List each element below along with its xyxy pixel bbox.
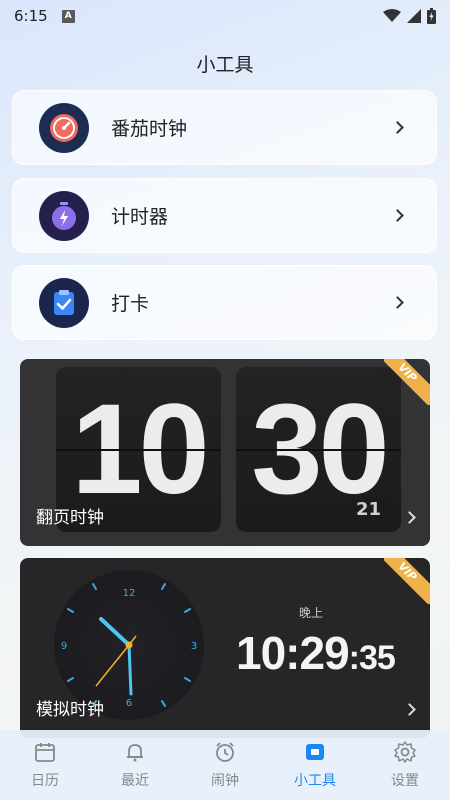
page-title: 小工具	[196, 54, 254, 76]
flip-divider	[236, 449, 401, 451]
nav-label-recent: 最近	[121, 773, 149, 789]
chevron-right-icon	[391, 121, 404, 134]
chevron-right-icon	[403, 511, 416, 524]
dial-12: 12	[123, 588, 136, 599]
dial-9: 9	[61, 641, 67, 652]
tool-timer-card[interactable]: 计时器	[12, 178, 437, 253]
status-icons	[383, 8, 436, 24]
chevron-right-icon	[391, 296, 404, 309]
pomodoro-icon	[39, 102, 89, 153]
bell-icon	[127, 744, 143, 762]
wifi-icon	[383, 9, 401, 22]
chevron-right-icon	[403, 703, 416, 716]
nav-label-calendar: 日历	[31, 773, 59, 789]
nav-item-settings[interactable]: 设置	[360, 730, 450, 800]
digital-minute: 29	[299, 627, 350, 679]
time-period: 晚上	[299, 606, 324, 620]
tool-timer-label: 计时器	[111, 206, 169, 228]
flip-minutes-panel: 30 21	[236, 367, 401, 532]
nav-label-settings: 设置	[391, 773, 419, 789]
gear-icon	[394, 741, 416, 763]
status-time: 6:15	[14, 7, 48, 25]
tool-pomodoro-label: 番茄时钟	[111, 118, 188, 140]
dial-3: 3	[191, 641, 197, 652]
chevron-right-icon	[391, 209, 404, 222]
battery-icon	[427, 8, 436, 24]
status-bar: 6:15 A	[0, 0, 450, 32]
notification-a-icon: A	[61, 9, 75, 23]
flip-seconds: 21	[349, 497, 387, 522]
vip-badge-text: VIP	[384, 359, 430, 405]
flip-clock-widget[interactable]: 10 30 21 VIP 翻页时钟	[20, 359, 430, 546]
nav-item-recent[interactable]: 最近	[90, 730, 180, 800]
digital-hour: 10	[236, 627, 286, 679]
nav-item-alarm[interactable]: 闹钟	[180, 730, 270, 800]
nav-item-calendar[interactable]: 日历	[0, 730, 90, 800]
analog-clock-widget[interactable]: 12 3 6 9 晚上 10:29:35 VIP 模拟时钟	[20, 558, 430, 738]
flip-divider	[56, 449, 221, 451]
vip-badge: VIP	[384, 359, 430, 405]
digital-time: 10:29:35	[236, 627, 396, 679]
dial-6: 6	[126, 698, 132, 709]
nav-label-tools: 小工具	[294, 773, 336, 789]
hour-hand	[99, 617, 131, 647]
nav-label-alarm: 闹钟	[211, 773, 239, 789]
vip-badge: VIP	[384, 558, 430, 604]
widget-tools-icon	[306, 744, 324, 760]
minute-hand	[127, 643, 133, 696]
alarm-clock-icon	[216, 742, 234, 762]
analog-clock-label: 模拟时钟	[36, 700, 104, 720]
tool-checkin-card[interactable]: 打卡	[12, 265, 437, 340]
nav-item-tools[interactable]: 小工具	[270, 730, 360, 800]
flip-clock-label: 翻页时钟	[36, 508, 104, 528]
stopwatch-icon	[39, 190, 89, 241]
clock-center	[125, 641, 133, 649]
checkin-icon	[39, 277, 89, 328]
tool-checkin-label: 打卡	[111, 293, 150, 315]
calendar-icon	[35, 743, 55, 762]
bottom-nav: 日历 最近 闹钟 小工具 设置	[0, 730, 450, 800]
digital-second: 35	[359, 639, 396, 677]
cell-signal-icon	[407, 9, 421, 23]
tool-pomodoro-card[interactable]: 番茄时钟	[12, 90, 437, 165]
vip-badge-text: VIP	[384, 558, 430, 604]
second-hand	[95, 644, 130, 687]
